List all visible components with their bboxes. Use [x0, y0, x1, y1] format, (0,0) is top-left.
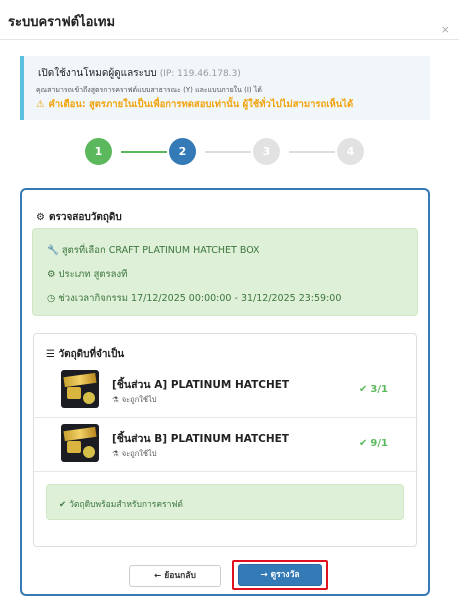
recipe-type-value: สูตรลงที	[93, 269, 128, 280]
selected-recipe-value: CRAFT PLATINUM HATCHET BOX	[108, 245, 260, 256]
required-materials-title: ☰ วัตถุดิบที่จำเป็น	[46, 347, 124, 362]
item-name: [ชิ้นส่วน B] PLATINUM HATCHET	[112, 433, 289, 445]
panel-title-text: ตรวจสอบวัตถุดิบ	[48, 212, 122, 223]
close-icon[interactable]: ×	[441, 24, 450, 35]
item-count-text: 9/1	[370, 438, 388, 449]
list-item: [ชิ้นส่วน A] PLATINUM HATCHET ⚗ จะถูกใช้ไ…	[34, 366, 418, 418]
warning-text: คำเตือน: สูตรภายในเป็นเพื่อการทดสอบเท่าน…	[48, 99, 354, 110]
list-icon: ☰	[46, 349, 55, 360]
view-rewards-button[interactable]: → ดูรางวัล	[238, 564, 322, 586]
clock-icon: ◷	[47, 293, 56, 304]
ip-address: (IP: 119.46.178.3)	[159, 69, 241, 79]
back-button-label: ย้อนกลับ	[164, 571, 196, 581]
recipe-type-row: ⚙ ประเภท สูตรลงที	[47, 267, 127, 282]
recipe-type-label: ประเภท	[58, 269, 91, 280]
step-connector-2	[205, 151, 251, 153]
step-4: 4	[337, 138, 364, 165]
modal-title: ระบบคราฟต์ไอเทม	[8, 15, 116, 30]
list-item: [ชิ้นส่วน B] PLATINUM HATCHET ⚗ จะถูกใช้ไ…	[34, 420, 418, 472]
item-note-text: จะถูกใช้ไป	[121, 449, 157, 458]
warning-icon: ⚠	[36, 99, 45, 110]
item-count: ✔ 9/1	[359, 438, 388, 449]
item-count-text: 3/1	[370, 384, 388, 395]
recipe-info-box: 🔧 สูตรที่เลือก CRAFT PLATINUM HATCHET BOX…	[32, 228, 418, 316]
item-note-text: จะถูกใช้ไป	[121, 395, 157, 404]
admin-mode-alert: เปิดใช้งานโหมดผู้ดูแลระบบ (IP: 119.46.178…	[20, 56, 430, 120]
step-connector-3	[289, 151, 335, 153]
required-materials-box: ☰ วัตถุดิบที่จำเป็น [ชิ้นส่วน A] PLATINU…	[33, 333, 418, 547]
event-period-label: ช่วงเวลากิจกรรม	[58, 293, 128, 304]
back-button[interactable]: ← ย้อนกลับ	[129, 565, 221, 587]
check-icon: ✔	[59, 500, 67, 510]
check-icon: ✔	[359, 438, 368, 449]
event-period-row: ◷ ช่วงเวลากิจกรรม 17/12/2025 00:00:00 - 3…	[47, 291, 341, 306]
item-note: ⚗ จะถูกใช้ไป	[112, 448, 157, 460]
item-count: ✔ 3/1	[359, 384, 388, 395]
item-thumbnail	[61, 370, 99, 408]
step-1: 1	[85, 138, 112, 165]
selected-recipe-label: สูตรที่เลือก	[61, 245, 106, 256]
materials-ready-alert: ✔ วัตถุดิบพร้อมสำหรับการคราฟต์	[46, 484, 404, 520]
selected-recipe-row: 🔧 สูตรที่เลือก CRAFT PLATINUM HATCHET BOX	[47, 243, 260, 258]
check-icon: ✔	[359, 384, 368, 395]
item-note: ⚗ จะถูกใช้ไป	[112, 394, 157, 406]
cogs-icon: ⚙	[47, 269, 56, 280]
view-rewards-button-label: ดูรางวัล	[270, 570, 300, 580]
flask-icon: ⚗	[112, 395, 119, 404]
step-connector-1	[121, 151, 167, 153]
gears-icon: ⚙	[36, 212, 45, 223]
admin-mode-description: คุณสามารถเข้าถึงสูตรการคราฟต์แบบสาธารณะ …	[36, 86, 262, 94]
flask-icon: ⚗	[112, 449, 119, 458]
materials-ready-label: วัตถุดิบพร้อมสำหรับการคราฟต์	[69, 500, 183, 510]
step-3: 3	[253, 138, 280, 165]
materials-ready-text: ✔ วัตถุดิบพร้อมสำหรับการคราฟต์	[59, 497, 183, 511]
required-materials-title-text: วัตถุดิบที่จำเป็น	[58, 349, 125, 360]
highlight-outline: → ดูรางวัล	[232, 560, 328, 590]
step-2: 2	[169, 138, 196, 165]
panel-title: ⚙ ตรวจสอบวัตถุดิบ	[36, 210, 122, 225]
arrow-left-icon: ←	[154, 571, 162, 581]
warning-message: ⚠ คำเตือน: สูตรภายในเป็นเพื่อการทดสอบเท่า…	[36, 97, 353, 112]
arrow-right-icon: →	[260, 570, 268, 580]
step-progress: 1 2 3 4	[85, 138, 365, 166]
item-name: [ชิ้นส่วน A] PLATINUM HATCHET	[112, 379, 290, 391]
wrench-icon: 🔧	[47, 245, 59, 256]
item-thumbnail	[61, 424, 99, 462]
admin-mode-heading: เปิดใช้งานโหมดผู้ดูแลระบบ (IP: 119.46.178…	[38, 66, 241, 81]
event-period-value: 17/12/2025 00:00:00 - 31/12/2025 23:59:0…	[131, 293, 342, 304]
modal-header: ระบบคราฟต์ไอเทม ×	[0, 0, 459, 40]
admin-mode-text: เปิดใช้งานโหมดผู้ดูแลระบบ	[38, 68, 157, 79]
material-check-panel: ⚙ ตรวจสอบวัตถุดิบ 🔧 สูตรที่เลือก CRAFT PLA…	[20, 188, 430, 596]
